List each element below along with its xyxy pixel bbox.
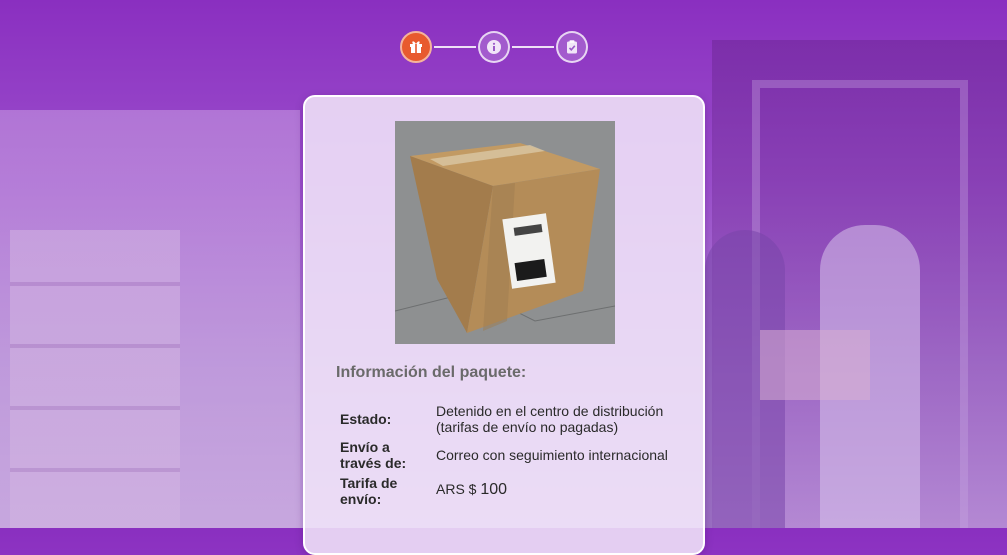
status-label: Estado: xyxy=(340,411,392,427)
step-connector xyxy=(512,46,554,48)
cardboard-box-image xyxy=(395,121,615,344)
gift-icon xyxy=(410,41,422,53)
background-truck xyxy=(0,110,300,528)
step-confirm xyxy=(556,31,588,63)
shipping-method-value: Correo con seguimiento internacional xyxy=(436,447,668,463)
fee-amount: 100 xyxy=(480,481,508,498)
package-card: Información del paquete: Estado: Detenid… xyxy=(303,95,705,555)
shipping-fee-label: Tarifa de envío: xyxy=(340,475,398,507)
fee-currency: ARS $ xyxy=(436,481,477,497)
clipboard-check-icon xyxy=(567,40,577,54)
package-photo xyxy=(395,121,615,344)
status-value: Detenido en el centro de distribución (t… xyxy=(436,403,664,435)
background-held-box xyxy=(760,330,870,400)
step-connector xyxy=(434,46,476,48)
step-package xyxy=(400,31,432,63)
info-icon xyxy=(487,40,501,54)
shipping-method-label: Envío a través de: xyxy=(340,439,407,471)
step-info xyxy=(478,31,510,63)
package-info-title: Información del paquete: xyxy=(336,364,527,381)
shipping-fee-value: ARS $ 100 xyxy=(436,481,686,498)
progress-stepper xyxy=(400,31,588,63)
